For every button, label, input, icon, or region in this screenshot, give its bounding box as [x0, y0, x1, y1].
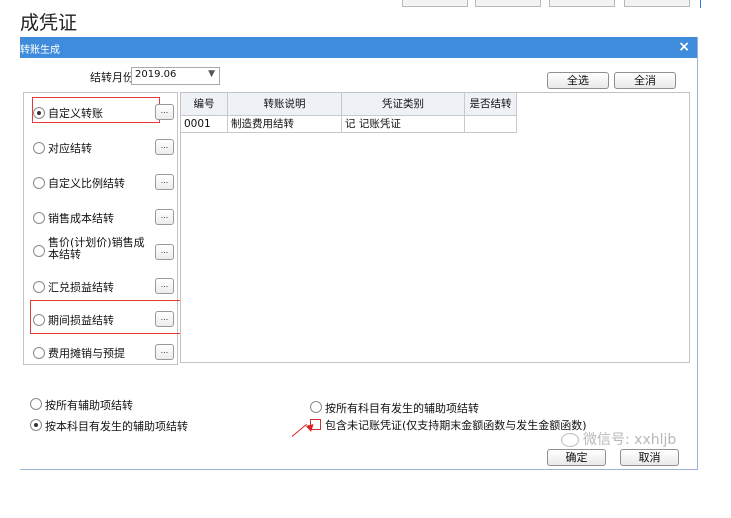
list-item[interactable]: 自定义转账 ...	[24, 102, 177, 122]
deselect-all-button[interactable]: 全消	[614, 72, 676, 89]
watermark-text: 微信号: xxhljb	[583, 432, 677, 448]
list-item-label: 销售成本结转	[48, 212, 114, 225]
top-divider	[700, 0, 701, 8]
list-item-label: 自定义转账	[48, 107, 103, 120]
list-item-label: 费用摊销与预提	[48, 347, 125, 360]
top-toolbar-button[interactable]	[402, 0, 468, 7]
radio-button[interactable]	[33, 347, 45, 359]
list-item-label: 期间损益结转	[48, 314, 114, 327]
cancel-button[interactable]: 取消	[620, 449, 679, 466]
list-item-label: 售价(计划价)销售成本结转	[48, 236, 145, 261]
select-all-button[interactable]: 全选	[547, 72, 609, 89]
more-button[interactable]: ...	[155, 209, 174, 225]
list-item[interactable]: 费用摊销与预提 ...	[24, 342, 177, 362]
list-item[interactable]: 售价(计划价)销售成本结转 ...	[24, 236, 177, 264]
option-subject-aux: 按本科目有发生的辅助项结转	[45, 420, 188, 433]
option-all-subject-aux: 按所有科目有发生的辅助项结转	[325, 402, 479, 415]
column-header[interactable]: 凭证类别	[342, 93, 465, 116]
transfer-type-list: 自定义转账 ... 对应结转 ... 自定义比例结转 ... 销售成本结转 ..…	[23, 92, 187, 365]
more-button[interactable]: ...	[155, 139, 174, 155]
radio-button[interactable]	[33, 177, 45, 189]
table-cell[interactable]	[465, 116, 517, 133]
radio-button[interactable]	[30, 419, 42, 431]
list-item[interactable]: 汇兑损益结转 ...	[24, 276, 177, 296]
list-item-label: 汇兑损益结转	[48, 281, 114, 294]
more-button[interactable]: ...	[155, 278, 174, 294]
list-item[interactable]: 期间损益结转 ...	[24, 309, 177, 329]
more-button[interactable]: ...	[155, 244, 174, 260]
radio-button[interactable]	[33, 212, 45, 224]
top-toolbar-button[interactable]	[475, 0, 541, 7]
top-toolbar-button[interactable]	[549, 0, 615, 7]
more-button[interactable]: ...	[155, 344, 174, 360]
close-icon[interactable]: ×	[678, 39, 690, 55]
list-item-label: 对应结转	[48, 142, 92, 155]
more-button[interactable]: ...	[155, 311, 174, 327]
table-cell[interactable]: 0001	[181, 116, 228, 133]
radio-button[interactable]	[33, 142, 45, 154]
radio-button[interactable]	[33, 107, 45, 119]
option-include-unposted: 包含未记账凭证(仅支持期末金额函数与发生金额函数)	[325, 419, 587, 432]
annotation-arrow	[291, 423, 307, 437]
radio-button[interactable]	[30, 398, 42, 410]
table-cell[interactable]: 制造费用结转	[228, 116, 342, 133]
table-cell[interactable]: 记 记账凭证	[342, 116, 465, 133]
radio-button[interactable]	[310, 401, 322, 413]
wechat-icon	[561, 433, 579, 447]
dialog-title: 转账生成	[20, 45, 60, 56]
transfer-table: 编号 转账说明 凭证类别 是否结转 0001 制造费用结转 记 记账凭证	[180, 92, 690, 363]
ok-button[interactable]: 确定	[547, 449, 606, 466]
list-item-label: 自定义比例结转	[48, 177, 125, 190]
list-item[interactable]: 销售成本结转 ...	[24, 207, 177, 227]
radio-button[interactable]	[33, 314, 45, 326]
watermark: 微信号: xxhljb	[561, 429, 676, 449]
column-header[interactable]: 编号	[181, 93, 228, 116]
month-value: 2019.06	[135, 69, 177, 80]
option-all-aux: 按所有辅助项结转	[45, 399, 133, 412]
dialog-titlebar: 转账生成 ×	[20, 37, 697, 58]
top-toolbar-button[interactable]	[624, 0, 690, 7]
more-button[interactable]: ...	[155, 104, 174, 120]
page-title: 成凭证	[20, 12, 78, 34]
month-select[interactable]: 2019.06 ▼	[131, 67, 220, 85]
more-button[interactable]: ...	[155, 174, 174, 190]
column-header[interactable]: 是否结转	[465, 93, 517, 116]
list-item[interactable]: 对应结转 ...	[24, 137, 177, 157]
radio-button[interactable]	[33, 281, 45, 293]
month-label: 结转月份	[90, 71, 134, 84]
transfer-dialog: 转账生成 × 结转月份 2019.06 ▼ 全选 全消 自定义转账 ... 对应…	[20, 37, 698, 470]
chevron-down-icon[interactable]: ▼	[208, 69, 215, 79]
list-item[interactable]: 自定义比例结转 ...	[24, 172, 177, 192]
radio-button[interactable]	[33, 245, 45, 257]
column-header[interactable]: 转账说明	[228, 93, 342, 116]
